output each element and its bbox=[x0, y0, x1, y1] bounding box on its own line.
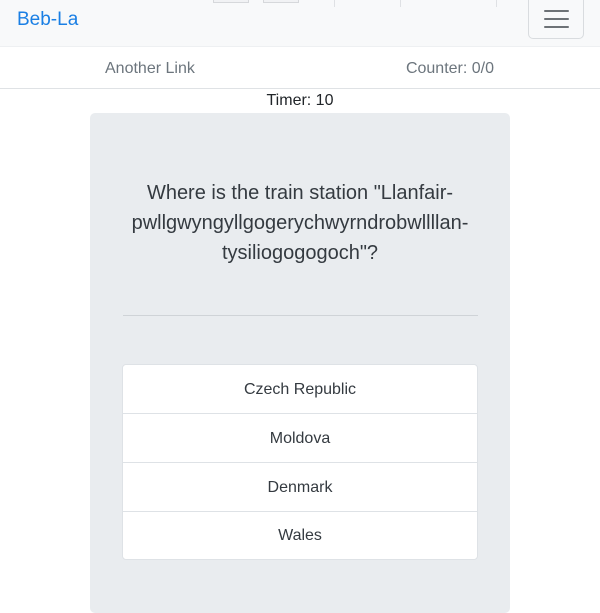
clipped-nav-element bbox=[213, 0, 249, 3]
secondary-nav: Another Link Counter: 0/0 bbox=[0, 47, 600, 89]
nav-separator bbox=[496, 0, 497, 7]
top-navbar: Beb-La bbox=[0, 0, 600, 47]
quiz-card: Where is the train station "Llanfair-pwl… bbox=[90, 113, 510, 613]
question-divider bbox=[123, 315, 478, 316]
nav-separator bbox=[334, 0, 335, 7]
quiz-timer: Timer: 10 bbox=[266, 92, 334, 109]
answer-option[interactable]: Moldova bbox=[123, 414, 477, 463]
navbar-toggle-button[interactable] bbox=[528, 0, 584, 39]
question-text: Where is the train station "Llanfair-pwl… bbox=[131, 182, 469, 264]
answer-list: Czech Republic Moldova Denmark Wales bbox=[122, 364, 478, 560]
score-counter: Counter: 0/0 bbox=[405, 60, 494, 77]
brand-link[interactable]: Beb-La bbox=[17, 9, 78, 31]
another-link[interactable]: Another Link bbox=[105, 60, 195, 78]
answer-option[interactable]: Czech Republic bbox=[123, 365, 477, 414]
clipped-nav-element bbox=[263, 0, 299, 3]
nav-separator bbox=[400, 0, 401, 7]
answer-option[interactable]: Wales bbox=[123, 512, 477, 559]
answer-option[interactable]: Denmark bbox=[123, 463, 477, 512]
